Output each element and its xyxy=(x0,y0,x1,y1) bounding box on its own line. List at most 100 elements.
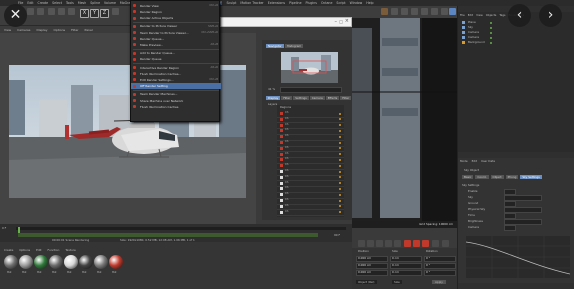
object-menu-view[interactable]: View xyxy=(476,13,483,17)
tab-effects[interactable]: Effects xyxy=(325,96,340,100)
layer-visibility-icon[interactable] xyxy=(280,170,283,173)
render-menu-item[interactable]: Off Render Setting xyxy=(131,83,221,89)
visibility-dot[interactable] xyxy=(490,36,492,39)
render-menu-item[interactable]: Render Queue xyxy=(131,57,221,63)
render-menu-item[interactable]: Edit Render Settings... Ctrl+B xyxy=(131,77,221,83)
layer-visibility-icon[interactable] xyxy=(280,152,283,156)
undo-icon[interactable] xyxy=(27,8,34,15)
forward-button[interactable]: › xyxy=(539,4,562,27)
menu-create[interactable]: Create xyxy=(38,1,49,5)
viewport-menu-panel[interactable]: Panel xyxy=(85,28,93,32)
redo-icon[interactable] xyxy=(37,8,44,15)
close-icon[interactable]: × xyxy=(345,18,349,24)
camera-icon[interactable] xyxy=(449,8,456,15)
prev-frame-icon[interactable] xyxy=(367,240,374,247)
layer-visibility-icon[interactable] xyxy=(280,164,283,168)
deformer-icon[interactable] xyxy=(431,8,438,15)
close-overlay-button[interactable]: ✕ xyxy=(4,4,27,27)
tab-histogram[interactable]: Histogram xyxy=(284,44,304,48)
render-menu-item[interactable]: Add to Render Queue... xyxy=(131,50,221,56)
pen-icon[interactable] xyxy=(401,8,408,15)
menu-plugins[interactable]: Plugins xyxy=(306,1,317,5)
render-menu-item[interactable]: Team Render Machines... xyxy=(131,92,221,98)
render-menu-item[interactable]: Flush Illumination Caches... xyxy=(131,71,221,77)
viewport-menu-view[interactable]: View xyxy=(4,28,11,32)
attr-tab[interactable]: Coord. xyxy=(475,175,489,179)
settings-icon[interactable] xyxy=(442,240,449,247)
layer-visibility-icon[interactable] xyxy=(280,187,283,191)
tab-filter[interactable]: Filter xyxy=(340,96,352,100)
menu-edit[interactable]: Edit xyxy=(27,1,33,5)
coord-size-select[interactable]: Size xyxy=(392,280,402,284)
falloff-graph[interactable] xyxy=(466,236,570,278)
menu-help[interactable]: Help xyxy=(366,1,373,5)
y-axis-button[interactable]: Y xyxy=(90,9,99,18)
menu-volume[interactable]: Volume xyxy=(104,1,116,5)
render-menu-item[interactable]: Team Render to Picture Viewer... Ctrl+Shi… xyxy=(131,30,221,36)
layer-visibility-icon[interactable] xyxy=(280,210,283,214)
object-row[interactable]: Background xyxy=(460,40,572,45)
menu-motion-tracker[interactable]: Motion Tracker xyxy=(240,1,263,5)
render-menu-item[interactable]: Make Preview... Alt+B xyxy=(131,42,221,48)
render-menu-item[interactable]: Render Active Objects xyxy=(131,15,221,21)
cloner-icon[interactable] xyxy=(421,8,428,15)
layer-visibility-icon[interactable] xyxy=(280,204,283,208)
render-icon[interactable] xyxy=(381,8,388,15)
attribute-menu-item[interactable]: Edit xyxy=(472,159,477,163)
timeline-ruler[interactable] xyxy=(16,227,346,230)
layer-visibility-icon[interactable] xyxy=(280,112,283,115)
tab-navigator[interactable]: Navigator xyxy=(266,44,284,48)
visibility-dot[interactable] xyxy=(490,21,492,24)
material-swatch[interactable] xyxy=(34,255,48,269)
material-swatch[interactable] xyxy=(49,255,63,269)
layer-visibility-icon[interactable] xyxy=(280,199,283,202)
menu-script[interactable]: Script xyxy=(336,1,345,5)
viewport-menu-filter[interactable]: Filter xyxy=(71,28,78,32)
floor-icon[interactable] xyxy=(441,8,448,15)
back-button[interactable]: ‹ xyxy=(508,4,531,27)
attr-tab[interactable]: Basic xyxy=(462,175,474,179)
attr-tab[interactable]: Phong xyxy=(505,175,519,179)
layer-visibility-icon[interactable] xyxy=(280,181,283,185)
viewport-menu-options[interactable]: Options xyxy=(54,28,66,32)
render-menu-item[interactable]: Interactive Render Region Alt+R xyxy=(131,65,221,71)
camera-viewport[interactable] xyxy=(352,18,457,228)
visibility-dot[interactable] xyxy=(490,41,492,44)
menu-window[interactable]: Window xyxy=(350,1,363,5)
cube-icon[interactable] xyxy=(391,8,398,15)
attr-tab[interactable]: Sky Settings xyxy=(520,175,542,179)
material-swatch[interactable] xyxy=(64,255,78,269)
object-menu-edit[interactable]: Edit xyxy=(468,13,473,17)
menu-octane[interactable]: Octane xyxy=(321,1,332,5)
material-menu-texture[interactable]: Texture xyxy=(65,248,75,252)
render-menu-item[interactable]: Flush Illumination Caches xyxy=(131,104,221,110)
material-swatch[interactable] xyxy=(19,255,33,269)
layer-row[interactable]: Ch xyxy=(277,210,344,217)
object-menu-tags[interactable]: Tags xyxy=(499,13,505,17)
menu-extensions[interactable]: Extensions xyxy=(268,1,285,5)
menu-pipeline[interactable]: Pipeline xyxy=(289,1,301,5)
material-swatch[interactable] xyxy=(109,255,123,269)
viewport-menu-display[interactable]: Display xyxy=(36,28,47,32)
rotate-tool-icon[interactable] xyxy=(68,8,75,15)
next-frame-icon[interactable] xyxy=(385,240,392,247)
play-icon[interactable] xyxy=(376,240,383,247)
menu-tools[interactable]: Tools xyxy=(66,1,74,5)
zoom-slider[interactable] xyxy=(280,87,342,93)
object-menu-objects[interactable]: Objects xyxy=(486,13,497,17)
maximize-icon[interactable]: □ xyxy=(339,19,343,24)
first-frame-icon[interactable] xyxy=(358,240,365,247)
tab-settings[interactable]: Settings xyxy=(293,96,309,100)
record-icon[interactable] xyxy=(404,240,411,247)
autokey-icon[interactable] xyxy=(413,240,420,247)
layer-visibility-icon[interactable] xyxy=(280,146,283,150)
zoom-level[interactable]: 41 % xyxy=(268,87,275,91)
layer-visibility-icon[interactable] xyxy=(280,141,283,144)
property-field[interactable] xyxy=(504,225,516,231)
layer-visibility-icon[interactable] xyxy=(280,135,283,139)
tab-display[interactable]: Display xyxy=(266,96,281,100)
tab-camera[interactable]: Camera xyxy=(309,96,325,100)
menu-select[interactable]: Select xyxy=(52,1,62,5)
material-swatch[interactable] xyxy=(79,255,93,269)
move-tool-icon[interactable] xyxy=(48,8,55,15)
